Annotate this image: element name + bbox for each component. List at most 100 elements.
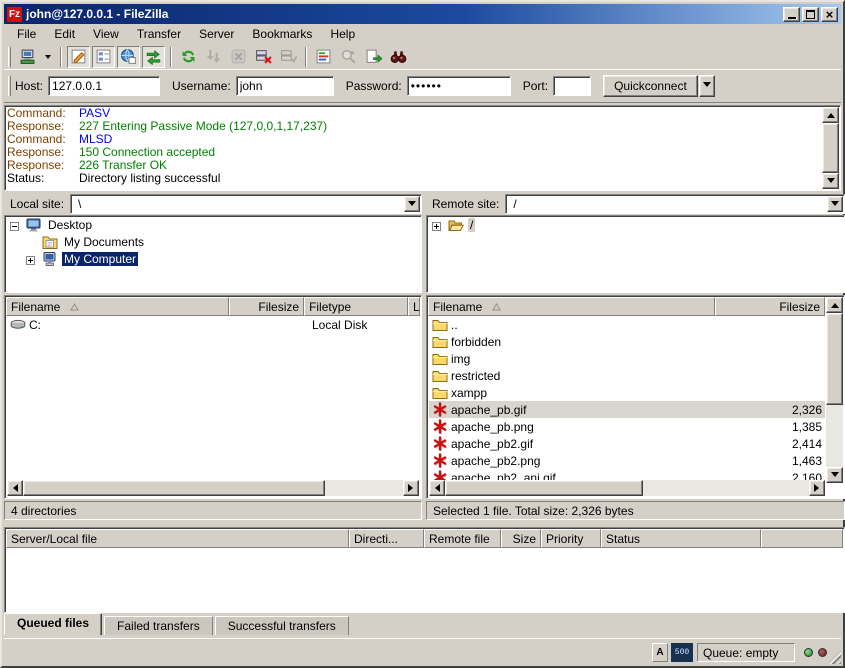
menu-edit[interactable]: Edit (45, 25, 84, 43)
queue-column-priority[interactable]: Priority (541, 529, 601, 548)
resize-grip[interactable] (827, 650, 841, 664)
scroll-thumb[interactable] (822, 123, 839, 173)
toggle-remote-tree-button[interactable] (117, 46, 140, 68)
toggle-log-button[interactable] (67, 46, 90, 68)
local-tree-item-my-documents[interactable]: My Documents (5, 233, 421, 250)
remote-site-combo[interactable]: / (505, 194, 845, 214)
file-row-xampp[interactable]: xampp (429, 384, 825, 401)
column-header-filesize[interactable]: Filesize (715, 297, 825, 316)
file-row-apache-pb-gif[interactable]: apache_pb.gif2,326 (429, 401, 825, 418)
title-bar[interactable]: Fz john@127.0.0.1 - FileZilla × (4, 4, 841, 24)
speed-limit-indicator[interactable]: 500 (671, 643, 693, 662)
tab-successful-transfers[interactable]: Successful transfers (215, 616, 349, 635)
site-manager-dropdown-button[interactable] (41, 46, 55, 68)
file-row-forbidden[interactable]: forbidden (429, 333, 825, 350)
column-header-filesize[interactable]: Filesize (229, 297, 304, 316)
log-scrollbar[interactable] (822, 107, 839, 189)
column-header-filename[interactable]: Filename (428, 297, 715, 316)
host-input[interactable] (48, 76, 160, 96)
menu-help[interactable]: Help (321, 25, 364, 43)
close-button[interactable]: × (821, 7, 838, 22)
send-led-icon (804, 648, 813, 657)
remote-site-dropdown-button[interactable] (827, 196, 843, 212)
file-row-apache-pb-png[interactable]: apache_pb.png1,385 (429, 418, 825, 435)
directory-comparison-button[interactable] (312, 46, 335, 68)
toggle-local-tree-button[interactable] (92, 46, 115, 68)
scroll-thumb[interactable] (445, 480, 643, 496)
scroll-up-button[interactable] (826, 297, 843, 313)
toolbar-separator (170, 47, 172, 67)
collapse-minus-icon[interactable] (10, 220, 19, 229)
username-input[interactable] (236, 76, 334, 96)
find-icon (340, 48, 357, 65)
column-header-filename[interactable]: Filename (6, 297, 229, 316)
scroll-right-button[interactable] (403, 480, 419, 496)
file-row-img[interactable]: img (429, 350, 825, 367)
maximize-button[interactable] (802, 7, 819, 22)
minimize-button[interactable] (783, 7, 800, 22)
file-row-restricted[interactable]: restricted (429, 367, 825, 384)
tab-queued-files[interactable]: Queued files (4, 613, 102, 635)
expand-plus-icon[interactable] (432, 220, 441, 229)
quickconnect-button[interactable]: Quickconnect (603, 75, 698, 97)
menu-transfer[interactable]: Transfer (128, 25, 190, 43)
queue-column-directi-[interactable]: Directi... (349, 529, 424, 548)
scroll-down-button[interactable] (826, 467, 843, 483)
queue-column-server-local-file[interactable]: Server/Local file (6, 529, 349, 548)
menu-file[interactable]: File (8, 25, 45, 43)
port-label: Port: (523, 79, 548, 93)
queue-column-remote-file[interactable]: Remote file (424, 529, 501, 548)
local-tree-item-desktop[interactable]: Desktop (5, 216, 421, 233)
disconnect-button[interactable] (252, 46, 275, 68)
tab-failed-transfers[interactable]: Failed transfers (104, 616, 213, 635)
scroll-left-button[interactable] (429, 480, 445, 496)
scroll-down-button[interactable] (822, 173, 839, 189)
expand-plus-icon[interactable] (26, 254, 35, 263)
file-row--[interactable]: .. (429, 316, 825, 333)
remote-vertical-scrollbar[interactable] (826, 297, 843, 483)
queue-tabs: Queued filesFailed transfersSuccessful t… (4, 613, 351, 635)
column-header-l[interactable]: L (408, 297, 420, 316)
toggle-queue-button[interactable] (142, 46, 165, 68)
filesize: 1,385 (742, 420, 822, 434)
quickbar-grip (8, 76, 11, 96)
transfer-type-indicator[interactable]: A (652, 643, 668, 662)
queue-column-size[interactable]: Size (501, 529, 541, 548)
log-text: Directory listing successful (79, 171, 220, 185)
quickconnect-dropdown-button[interactable] (699, 75, 715, 97)
synchronized-browsing-button[interactable] (362, 46, 385, 68)
refresh-button[interactable] (177, 46, 200, 68)
menu-bookmarks[interactable]: Bookmarks (243, 25, 321, 43)
local-site-dropdown-button[interactable] (404, 196, 420, 212)
process-queue-icon (205, 48, 222, 65)
menu-server[interactable]: Server (190, 25, 243, 43)
remote-horizontal-scrollbar[interactable] (429, 480, 825, 496)
local-site-label: Local site: (4, 197, 70, 211)
filter-button[interactable] (387, 46, 410, 68)
scroll-up-button[interactable] (822, 107, 839, 123)
file-row-apache-pb2-ani-gif[interactable]: apache_pb2_ani.gif2,160 (429, 469, 825, 480)
tree-item-label: My Computer (62, 252, 138, 266)
menu-view[interactable]: View (84, 25, 128, 43)
local-file-list: FilenameFilesizeFiletypeL C:Local Disk (4, 295, 422, 499)
scroll-thumb[interactable] (23, 480, 325, 496)
port-input[interactable] (553, 76, 591, 96)
local-site-combo[interactable]: \ (70, 194, 422, 214)
queue-column-status[interactable]: Status (601, 529, 761, 548)
password-input[interactable] (407, 76, 511, 96)
folder-icon (432, 385, 448, 400)
image-file-icon (432, 470, 448, 480)
local-tree-item-my-computer[interactable]: My Computer (5, 250, 421, 267)
toggle-local-tree-icon (95, 48, 112, 65)
site-manager-button[interactable] (16, 46, 39, 68)
remote-tree-item--[interactable]: / (427, 216, 844, 233)
scroll-thumb[interactable] (826, 313, 843, 405)
filename: apache_pb.gif (451, 403, 526, 417)
file-row-apache-pb2-png[interactable]: apache_pb2.png1,463 (429, 452, 825, 469)
scroll-right-button[interactable] (809, 480, 825, 496)
file-row-apache-pb2-gif[interactable]: apache_pb2.gif2,414 (429, 435, 825, 452)
column-header-filetype[interactable]: Filetype (304, 297, 408, 316)
scroll-left-button[interactable] (7, 480, 23, 496)
local-horizontal-scrollbar[interactable] (7, 480, 419, 496)
file-row-c-[interactable]: C:Local Disk (7, 316, 419, 333)
